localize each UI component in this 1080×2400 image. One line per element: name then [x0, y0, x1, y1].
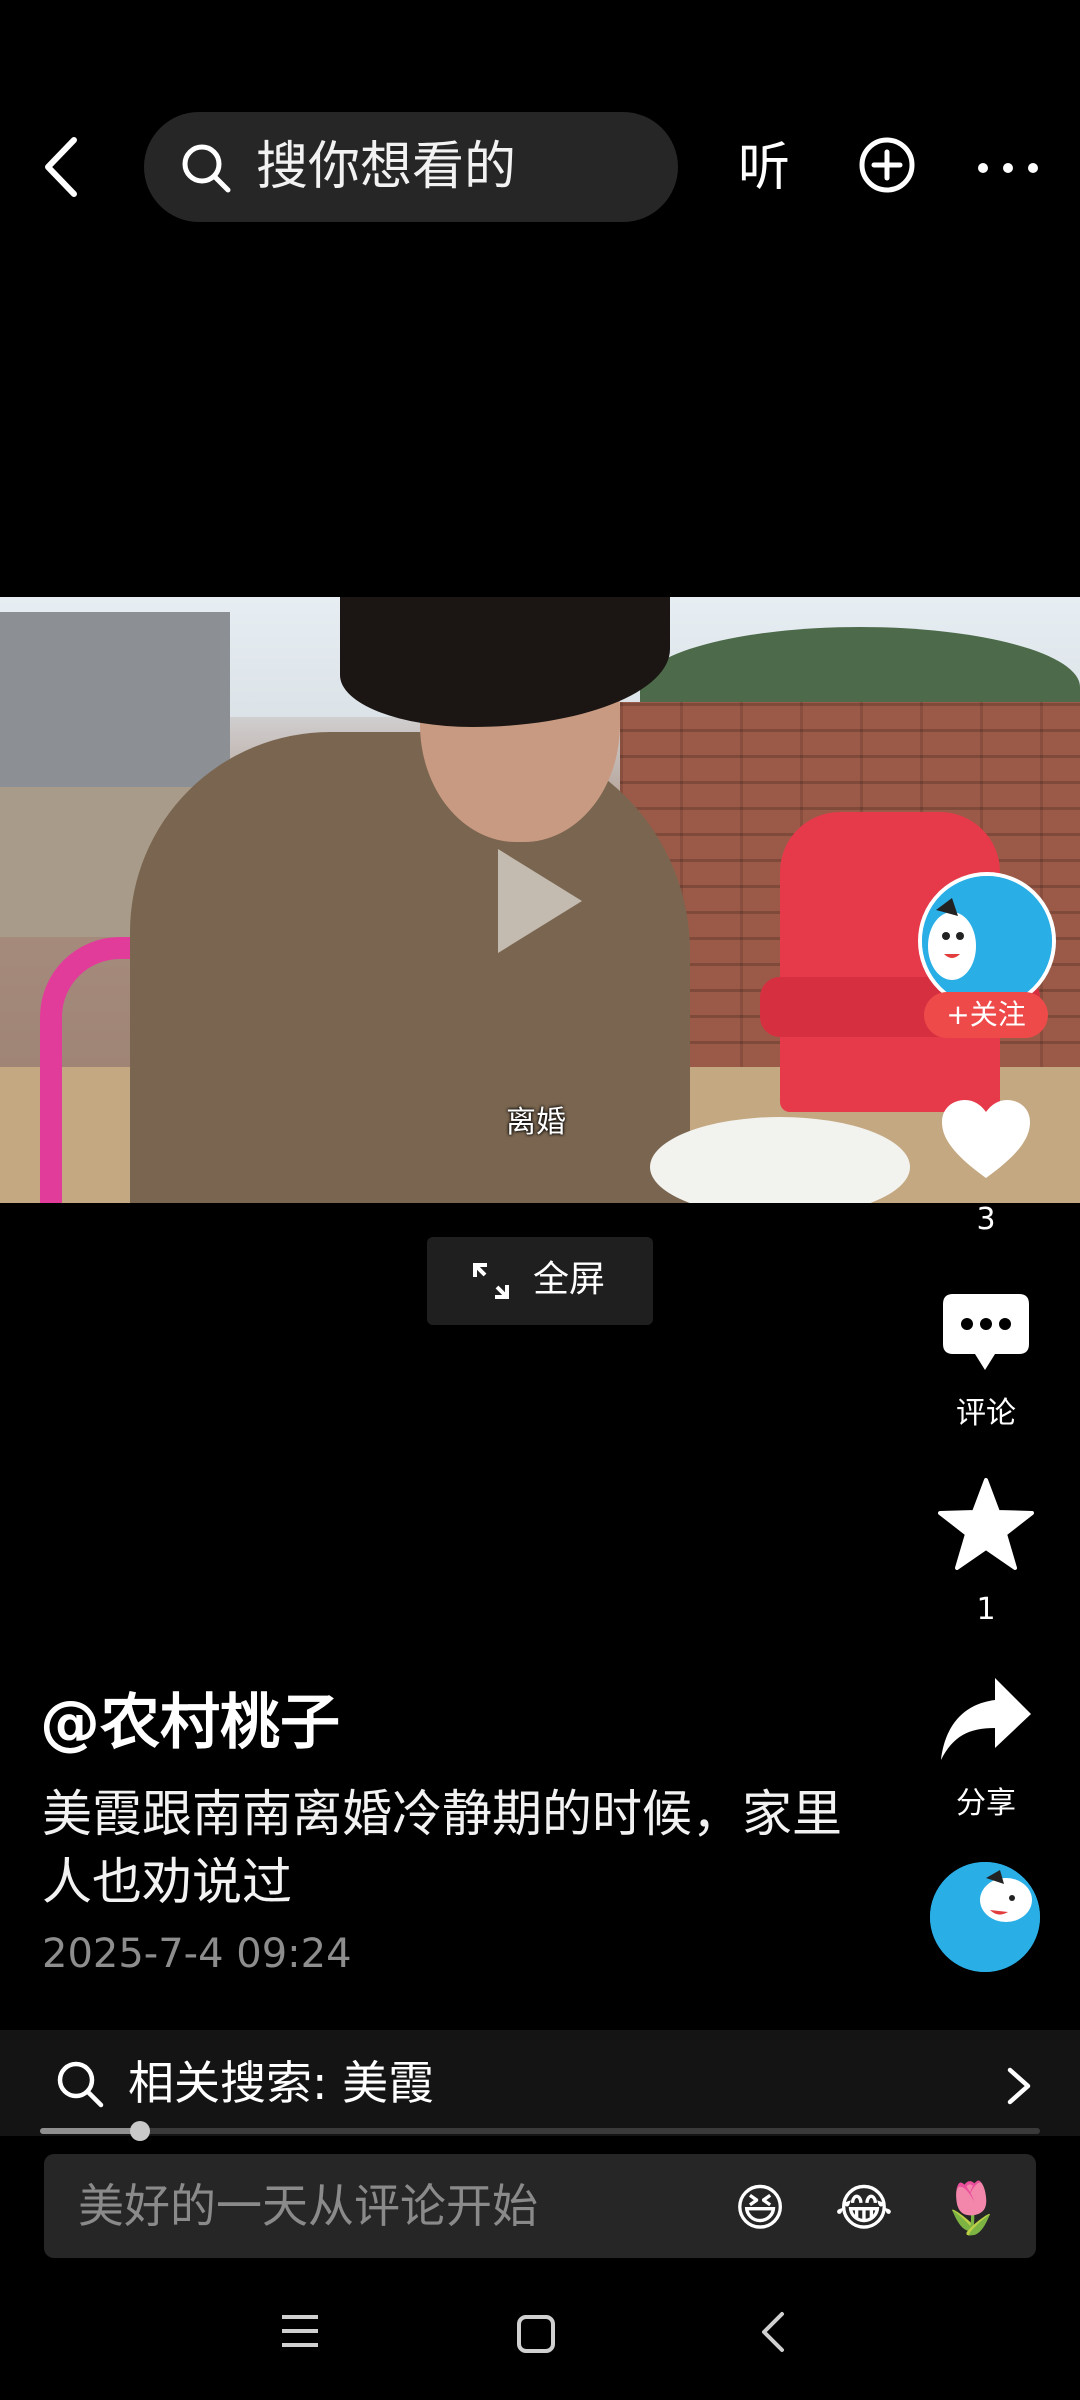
fullscreen-button[interactable]: 全屏 — [427, 1237, 653, 1325]
progress-fill — [40, 2128, 140, 2134]
recent-apps-button[interactable] — [280, 2313, 320, 2353]
post-timestamp: 2025-7-4 09:24 — [42, 1931, 352, 1977]
favorite-button[interactable] — [916, 1478, 1056, 1574]
video-caption: 离婚 — [506, 1105, 566, 1140]
search-icon — [182, 144, 231, 193]
home-square-icon — [517, 2315, 555, 2353]
related-search-bar[interactable]: 相关搜索: 美霞 — [0, 2030, 1080, 2136]
tears-joy-emoji-button[interactable]: 😂 — [834, 2178, 894, 2238]
follow-button[interactable]: +关注 — [924, 992, 1048, 1038]
video-progress-bar[interactable] — [40, 2121, 1040, 2141]
share-button[interactable] — [916, 1676, 1056, 1766]
plus-circle-icon — [859, 137, 915, 193]
more-button[interactable] — [976, 160, 1040, 179]
like-button[interactable] — [916, 1098, 1056, 1184]
more-dots-icon — [978, 163, 1038, 173]
heart-icon — [942, 1100, 1030, 1178]
star-icon — [938, 1478, 1034, 1570]
music-disc-avatar[interactable] — [930, 1862, 1040, 1972]
menu-icon — [282, 2315, 318, 2347]
home-button[interactable] — [516, 2314, 556, 2358]
author-name[interactable]: @农村桃子 — [40, 1687, 340, 1759]
search-icon — [57, 2061, 104, 2108]
comment-input[interactable]: 美好的一天从评论开始 😆 😂 🌷 — [44, 2154, 1036, 2258]
back-button[interactable] — [34, 132, 94, 202]
share-arrow-icon — [941, 1678, 1031, 1760]
chevron-left-icon — [45, 137, 77, 197]
favorite-count: 1 — [976, 1592, 996, 1627]
chevron-left-icon — [762, 2312, 784, 2352]
comment-bubble-icon — [943, 1294, 1029, 1370]
comment-button[interactable] — [916, 1292, 1056, 1378]
like-count: 3 — [976, 1202, 996, 1237]
play-icon[interactable] — [498, 849, 582, 953]
expand-icon — [473, 1263, 509, 1299]
video-person-body — [130, 732, 690, 1203]
comment-label: 评论 — [956, 1396, 1016, 1431]
flower-emoji-button[interactable]: 🌷 — [940, 2178, 1002, 2238]
video-shed — [0, 612, 230, 792]
fullscreen-label: 全屏 — [533, 1259, 606, 1300]
author-avatar[interactable] — [918, 872, 1056, 1010]
related-search-label: 相关搜索: 美霞 — [128, 2056, 435, 2110]
comment-placeholder: 美好的一天从评论开始 — [78, 2179, 538, 2233]
laugh-emoji-button[interactable]: 😆 — [730, 2178, 790, 2238]
add-button[interactable] — [858, 136, 916, 198]
search-placeholder: 搜你想看的 — [256, 137, 517, 197]
music-avatar-icon — [930, 1862, 1040, 1972]
post-description: 美霞跟南南离婚冷静期的时候，家里人也劝说过 — [42, 1785, 842, 1911]
search-bar[interactable]: 搜你想看的 — [144, 112, 678, 222]
share-label: 分享 — [956, 1786, 1016, 1821]
system-back-button[interactable] — [758, 2310, 788, 2358]
avatar-cartoon-icon — [922, 876, 1052, 1006]
listen-button[interactable]: 听 — [738, 136, 790, 200]
progress-thumb[interactable] — [130, 2121, 150, 2141]
chevron-right-icon — [1007, 2067, 1031, 2105]
